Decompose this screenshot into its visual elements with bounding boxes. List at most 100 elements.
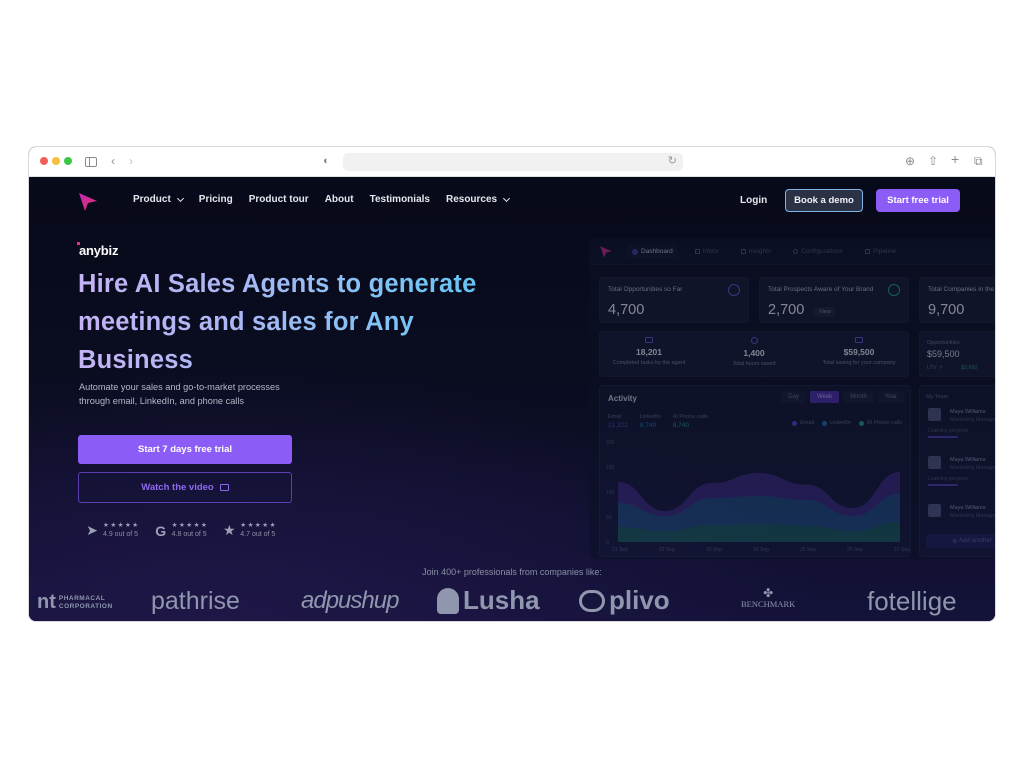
y-tick-label: 50 xyxy=(606,515,612,521)
login-link[interactable]: Login xyxy=(740,195,767,206)
star-icon: ★ xyxy=(223,522,236,538)
activity-metric: LinkedIn 8,740 xyxy=(640,414,661,429)
my-team-panel: My Team Maya Williams Marketing Manager … xyxy=(919,385,995,557)
book-demo-button[interactable]: Book a demo xyxy=(785,189,863,212)
y-tick-label: 0 xyxy=(606,540,609,546)
metric-value: 21,322 xyxy=(608,422,628,429)
capterra-icon: ➤ xyxy=(86,522,98,538)
gear-icon xyxy=(793,249,799,254)
activity-metric: AI Phone calls 8,740 xyxy=(673,414,708,429)
benchmark-wordmark: BENCHMARK xyxy=(741,599,796,609)
rating-trustpilot: ★ ★★★★★ 4.7 out of 5 xyxy=(222,522,277,539)
view-pill: View xyxy=(814,307,836,317)
tab-overview-icon[interactable]: ⧉ xyxy=(974,154,983,168)
card-label: Total Companies in the xyxy=(928,286,995,293)
range-selector: Day Week Month Year xyxy=(781,391,904,403)
avatar xyxy=(928,504,941,517)
company-logo-benchmark: ✤ BENCHMARK xyxy=(741,587,795,609)
new-tab-icon[interactable]: + xyxy=(951,152,959,166)
forward-icon[interactable]: › xyxy=(129,154,133,168)
reload-icon[interactable]: ↻ xyxy=(668,154,677,167)
card-value: 2,700 xyxy=(768,302,805,318)
start-free-trial-button[interactable]: Start free trial xyxy=(876,189,960,212)
anybiz-logo-icon[interactable] xyxy=(77,191,99,213)
tab-label: Configurations xyxy=(801,248,844,255)
legend-label: LinkedIn xyxy=(830,420,851,426)
stat-value: 1,400 xyxy=(743,348,765,358)
x-tick-label: 27 Sep xyxy=(894,547,910,553)
back-icon[interactable]: ‹ xyxy=(111,154,115,168)
share-icon[interactable]: ⇧ xyxy=(928,154,938,168)
avatar xyxy=(928,408,941,421)
progress-bar xyxy=(928,484,958,486)
hero-headline: Hire AI Sales Agents to generate meeting… xyxy=(78,265,508,379)
member-role: Marketing Manager xyxy=(950,417,995,423)
nav-link-product-tour[interactable]: Product tour xyxy=(249,194,309,205)
chevron-down-icon xyxy=(176,194,184,202)
rating-g2: G ★★★★★ 4.8 out of 5 xyxy=(154,522,209,539)
x-tick-label: 22 Sep xyxy=(659,547,675,553)
dashboard-nav: Dashboard Inbox Insights Configurations … xyxy=(589,239,995,265)
address-bar[interactable]: ↻ xyxy=(343,153,683,171)
watch-video-label: Watch the video xyxy=(141,482,214,493)
download-icon[interactable]: ⊕ xyxy=(905,154,915,168)
main-nav: Product Pricing Product tour About Testimoni… xyxy=(133,194,525,205)
nav-link-pricing[interactable]: Pricing xyxy=(199,194,233,205)
card-value: 4,700 xyxy=(608,302,645,318)
y-tick-label: 200 xyxy=(606,440,615,446)
range-month: Month xyxy=(843,391,874,403)
nav-link-label: Resources xyxy=(445,194,498,205)
card-label: Total Opportunities so Far xyxy=(608,286,683,293)
social-proof-label: Join 400+ professionals from companies l… xyxy=(422,567,602,577)
money-icon xyxy=(855,337,863,343)
legend-item: AI Phone calls xyxy=(858,420,902,426)
nav-link-about[interactable]: About xyxy=(325,194,354,205)
browser-toolbar: ‹ › ◐ ↻ ⊕ ⇧ + ⧉ xyxy=(29,147,995,177)
metric-value: 8,740 xyxy=(672,422,689,429)
rating-score: 4.7 out of 5 xyxy=(240,531,276,538)
landing-page: Product Pricing Product tour About Testimoni… xyxy=(29,177,995,621)
maximize-window-button[interactable] xyxy=(64,157,72,165)
legend-item: LinkedIn xyxy=(822,420,851,426)
start-7-day-trial-button[interactable]: Start 7 days free trial xyxy=(78,435,292,464)
dashboard-tab-insights: Insights xyxy=(736,245,776,258)
opportunities-icon xyxy=(728,284,740,296)
privacy-shield-icon[interactable]: ◐ xyxy=(323,154,330,168)
watch-video-button[interactable]: Watch the video xyxy=(78,472,292,503)
dashboard-tabs: Dashboard Inbox Insights Configurations … xyxy=(627,245,901,258)
nav-link-testimonials[interactable]: Testimonials xyxy=(370,194,430,205)
add-team-member-button: ⊕ Add another xyxy=(926,534,995,548)
member-role: Marketing Manager xyxy=(950,513,995,519)
video-icon xyxy=(219,484,229,491)
sidebar-toggle-icon[interactable] xyxy=(85,157,97,167)
stat-value: 18,201 xyxy=(636,347,662,357)
hero-subtext: Automate your sales and go-to-market pro… xyxy=(79,382,280,406)
prospects-icon xyxy=(888,284,900,296)
close-window-button[interactable] xyxy=(40,157,48,165)
clock-icon xyxy=(750,337,758,344)
company-logo-adpushup: adpushup xyxy=(301,587,399,614)
legend-label: Email xyxy=(800,420,815,426)
dashboard-tab-pipeline: Pipeline xyxy=(860,245,901,258)
chevron-down-icon xyxy=(503,194,511,202)
member-name: Maya Williams xyxy=(950,457,986,463)
nav-link-product[interactable]: Product xyxy=(133,194,184,205)
prospects-card: Total Prospects Aware of Your Brand 2,70… xyxy=(759,277,909,323)
x-tick-label: 26 Sep xyxy=(847,547,863,553)
stat-hours: 1,400 Total hours saved xyxy=(704,337,804,367)
nav-link-resources[interactable]: Resources xyxy=(445,194,511,205)
inbox-icon xyxy=(694,249,700,254)
member-name: Maya Williams xyxy=(950,409,986,415)
brand-name: anybiz xyxy=(79,243,119,258)
rating-capterra: ➤ ★★★★★ 4.9 out of 5 xyxy=(85,522,140,539)
legend-label: AI Phone calls xyxy=(866,420,902,426)
companies-card: Total Companies in the 9,700 xyxy=(919,277,995,323)
lusha-icon xyxy=(437,587,459,614)
company-logos: nt PHARMACAL CORPORATION pathrise adpushu… xyxy=(29,585,995,621)
team-title: My Team xyxy=(926,394,949,400)
avatar xyxy=(928,456,941,469)
minimize-window-button[interactable] xyxy=(52,157,60,165)
add-label: Add another xyxy=(959,538,992,544)
dashboard-tab-inbox: Inbox xyxy=(690,245,724,258)
tab-label: Inbox xyxy=(702,248,719,255)
